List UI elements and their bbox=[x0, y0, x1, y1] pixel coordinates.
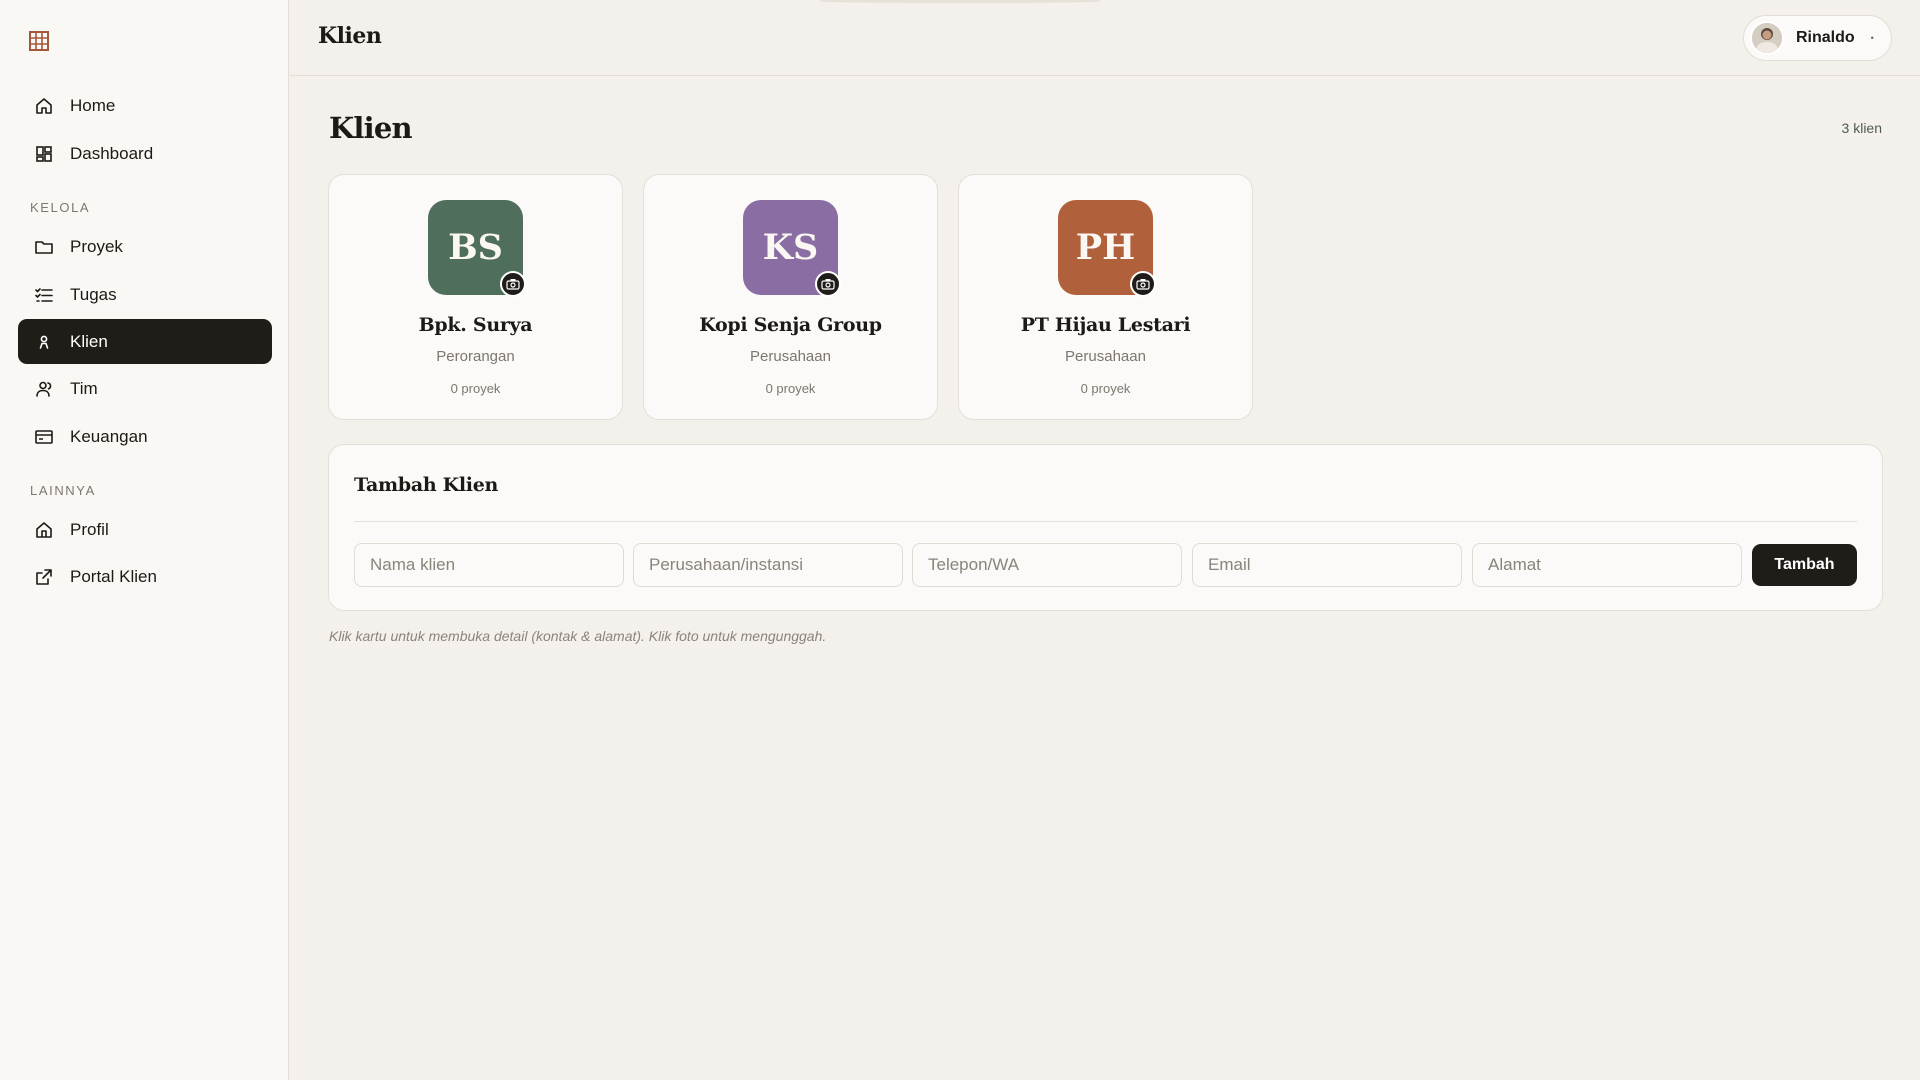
add-client-button[interactable]: Tambah bbox=[1752, 544, 1857, 586]
client-initials: BS bbox=[448, 227, 503, 268]
chevron-down-icon: • bbox=[1870, 33, 1874, 43]
dashboard-icon bbox=[34, 144, 54, 164]
home-icon bbox=[34, 96, 54, 116]
address-input[interactable] bbox=[1472, 543, 1742, 587]
top-divider-shadow bbox=[820, 0, 1100, 3]
sidebar-item-dashboard[interactable]: Dashboard bbox=[18, 131, 272, 176]
sidebar-item-label: Profil bbox=[70, 519, 109, 539]
client-type: Perusahaan bbox=[1065, 348, 1146, 365]
add-client-title: Tambah Klien bbox=[354, 474, 499, 496]
client-project-count: 0 proyek bbox=[765, 381, 816, 396]
camera-icon[interactable] bbox=[500, 271, 526, 297]
checklist-icon bbox=[34, 285, 54, 305]
client-name-input[interactable] bbox=[354, 543, 624, 587]
sidebar-item-label: Dashboard bbox=[70, 143, 154, 163]
folder-icon bbox=[34, 237, 54, 257]
client-name: Kopi Senja Group bbox=[699, 314, 882, 336]
client-name: Bpk. Surya bbox=[418, 314, 533, 336]
client-initials: PH bbox=[1075, 227, 1136, 268]
client-card-kopi-senja-group[interactable]: KS Kopi Senja Group Perusahaan 0 proyek bbox=[643, 174, 938, 420]
client-project-count: 0 proyek bbox=[1080, 381, 1131, 396]
page-title: Klien bbox=[329, 111, 413, 145]
sidebar-item-label: Home bbox=[70, 95, 116, 115]
external-link-icon bbox=[34, 567, 54, 587]
sidebar-item-portal-klien[interactable]: Portal Klien bbox=[18, 554, 272, 599]
sidebar-item-proyek[interactable]: Proyek bbox=[18, 224, 272, 269]
camera-icon[interactable] bbox=[815, 271, 841, 297]
client-card-bpk-surya[interactable]: BS Bpk. Surya Perorangan 0 proyek bbox=[328, 174, 623, 420]
camera-icon[interactable] bbox=[1130, 271, 1156, 297]
sidebar-item-label: Keuangan bbox=[70, 426, 148, 446]
divider bbox=[354, 521, 1857, 522]
wallet-icon bbox=[34, 427, 54, 447]
sidebar-item-label: Portal Klien bbox=[70, 566, 157, 586]
sidebar-item-profil[interactable]: Profil bbox=[18, 507, 272, 552]
sidebar-item-label: Tim bbox=[70, 378, 98, 398]
help-hint: Klik kartu untuk membuka detail (kontak … bbox=[329, 628, 827, 644]
email-input[interactable] bbox=[1192, 543, 1462, 587]
grid-logo-icon[interactable] bbox=[29, 31, 49, 51]
sidebar-item-label: Tugas bbox=[70, 284, 117, 304]
sidebar-item-klien[interactable]: Klien bbox=[18, 319, 272, 364]
header-title: Klien bbox=[318, 23, 382, 49]
client-name: PT Hijau Lestari bbox=[1020, 314, 1191, 336]
client-icon bbox=[34, 332, 54, 352]
client-initials: KS bbox=[762, 227, 819, 268]
sidebar-item-keuangan[interactable]: Keuangan bbox=[18, 414, 272, 459]
user-name: Rinaldo bbox=[1796, 29, 1855, 46]
avatar bbox=[1750, 21, 1784, 55]
sidebar: Home Dashboard KELOLA Proyek Tugas Klien… bbox=[0, 0, 289, 1080]
add-client-panel: Tambah Klien Tambah bbox=[328, 444, 1883, 611]
top-header: Klien Rinaldo • bbox=[290, 0, 1920, 76]
section-label-lainnya: LAINNYA bbox=[30, 483, 96, 498]
user-menu-button[interactable]: Rinaldo • bbox=[1743, 15, 1892, 61]
sidebar-item-home[interactable]: Home bbox=[18, 83, 272, 128]
client-card-pt-hijau-lestari[interactable]: PH PT Hijau Lestari Perusahaan 0 proyek bbox=[958, 174, 1253, 420]
client-project-count: 0 proyek bbox=[450, 381, 501, 396]
sidebar-item-tim[interactable]: Tim bbox=[18, 366, 272, 411]
client-type: Perorangan bbox=[436, 348, 515, 365]
client-type: Perusahaan bbox=[750, 348, 831, 365]
profile-home-icon bbox=[34, 520, 54, 540]
sidebar-item-tugas[interactable]: Tugas bbox=[18, 272, 272, 317]
sidebar-item-label: Klien bbox=[70, 331, 108, 351]
team-icon bbox=[34, 379, 54, 399]
phone-input[interactable] bbox=[912, 543, 1182, 587]
section-label-kelola: KELOLA bbox=[30, 200, 91, 215]
client-count: 3 klien bbox=[1841, 120, 1882, 136]
company-input[interactable] bbox=[633, 543, 903, 587]
sidebar-item-label: Proyek bbox=[70, 236, 123, 256]
